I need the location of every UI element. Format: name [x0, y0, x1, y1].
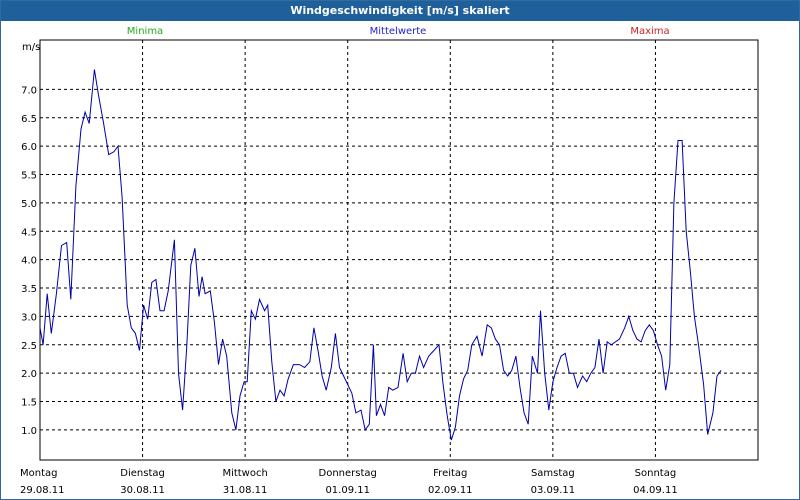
x-tick-date: 04.09.11: [633, 485, 678, 496]
x-tick-day: Donnerstag: [319, 468, 377, 479]
y-tick-label: 1.0: [21, 426, 37, 437]
y-tick-label: 2.5: [21, 341, 37, 352]
y-tick-label: 6.5: [21, 114, 37, 125]
plot-frame: [39, 39, 759, 461]
y-tick-label: 2.0: [21, 369, 37, 380]
y-tick-label: 5.0: [21, 199, 37, 210]
x-tick-day: Montag: [20, 468, 57, 479]
y-axis-label: m/s: [22, 42, 40, 53]
legend-maxima: Maxima: [630, 26, 669, 37]
y-tick-label: 1.5: [21, 398, 37, 409]
y-tick-label: 6.0: [21, 142, 37, 153]
legend-minima: Minima: [127, 26, 163, 37]
x-axis-ticks: Montag 29.08.11 Dienstag 30.08.11 Mittwoch 31…: [20, 468, 678, 496]
wind-speed-chart: 1.01.52.02.53.03.54.04.55.05.56.06.57.0 …: [20, 26, 759, 496]
y-tick-label: 4.5: [21, 227, 37, 238]
y-tick-label: 4.0: [21, 256, 37, 267]
x-tick-day: Mittwoch: [222, 468, 267, 479]
x-tick-day: Sonntag: [635, 468, 677, 479]
x-tick-day: Samstag: [531, 468, 575, 479]
x-tick-date: 03.09.11: [531, 485, 576, 496]
legend-mittelwerte: Mittelwerte: [370, 26, 427, 37]
y-tick-label: 7.0: [21, 85, 37, 96]
y-axis-ticks: 1.0 1.5 2.0 2.5 3.0 3.5 4.0 4.5 5.0 5.5 6.0 6.5 7.0: [21, 85, 37, 437]
x-tick-day: Freitag: [433, 468, 467, 479]
y-tick-label: 3.5: [21, 284, 37, 295]
x-tick-date: 30.08.11: [120, 485, 165, 496]
x-tick-date: 01.09.11: [325, 485, 370, 496]
x-tick-date: 31.08.11: [223, 485, 268, 496]
y-tick-label: 3.0: [21, 312, 37, 323]
y-tick-label: 5.5: [21, 171, 37, 182]
x-tick-day: Dienstag: [120, 468, 165, 479]
x-tick-date: 02.09.11: [428, 485, 473, 496]
grid-lines: [40, 40, 758, 460]
x-tick-date: 29.08.11: [20, 485, 65, 496]
